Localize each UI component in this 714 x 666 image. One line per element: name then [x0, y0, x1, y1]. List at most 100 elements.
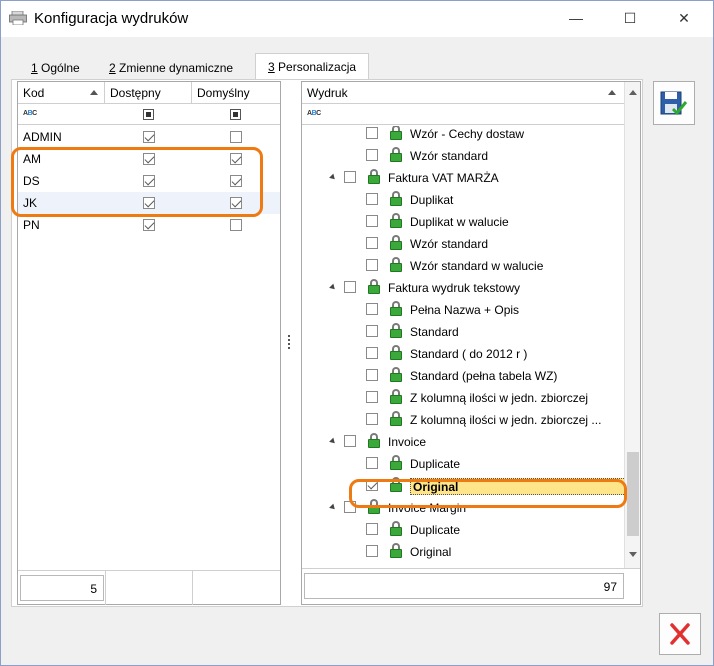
default-checkbox[interactable] — [230, 153, 242, 165]
scroll-up-icon[interactable] — [629, 90, 637, 95]
grid-footer: 5 — [18, 570, 280, 605]
default-checkbox[interactable] — [230, 175, 242, 187]
column-header-domyslny[interactable]: Domyślny — [192, 82, 280, 104]
printout-checkbox[interactable] — [366, 127, 378, 139]
scroll-thumb[interactable] — [627, 452, 639, 536]
printout-checkbox[interactable] — [366, 457, 378, 469]
default-checkbox[interactable] — [230, 197, 242, 209]
maximize-button[interactable]: ☐ — [607, 1, 653, 35]
tree-item-row[interactable]: Duplikat w walucie — [302, 211, 624, 233]
printout-checkbox[interactable] — [366, 391, 378, 403]
collapse-arrow-icon[interactable] — [329, 283, 337, 292]
tree-item-row[interactable]: Original — [302, 541, 624, 563]
minimize-button[interactable]: — — [553, 1, 599, 35]
abc-filter-icon[interactable]: ABC — [23, 110, 37, 117]
printout-checkbox[interactable] — [366, 545, 378, 557]
operators-grid: Kod Dostępny Domyślny ABC ADMIN AM DS JK PN … — [17, 81, 281, 605]
lock-icon — [390, 191, 402, 207]
printout-checkbox[interactable] — [366, 347, 378, 359]
tree-group-row[interactable]: Faktura wydruk tekstowy — [302, 277, 624, 299]
column-header-kod[interactable]: Kod — [18, 82, 105, 104]
tree-item-row[interactable]: Pełna Nazwa + Opis — [302, 299, 624, 321]
tab-zmienne-dynamiczne[interactable]: 2 Zmienne dynamiczne — [109, 57, 233, 79]
lock-icon — [390, 455, 402, 471]
tree-item-row[interactable]: Z kolumną ilości w jedn. zbiorczej ... — [302, 409, 624, 431]
available-checkbox[interactable] — [143, 197, 155, 209]
select-all-default-icon[interactable] — [230, 109, 241, 120]
printout-checkbox[interactable] — [366, 193, 378, 205]
printout-label: Wzór standard w walucie — [410, 259, 544, 273]
tree-item-row[interactable]: Duplicate — [302, 519, 624, 541]
printout-label: Z kolumną ilości w jedn. zbiorczej — [410, 391, 589, 405]
collapse-arrow-icon[interactable] — [329, 437, 337, 446]
scroll-down-icon[interactable] — [629, 552, 637, 557]
printout-label: Standard — [410, 325, 459, 339]
printout-label: Standard (pełna tabela WZ) — [410, 369, 558, 383]
available-checkbox[interactable] — [143, 219, 155, 231]
table-row[interactable]: JK — [18, 192, 280, 214]
table-row[interactable]: ADMIN — [18, 126, 280, 148]
printout-checkbox[interactable] — [366, 149, 378, 161]
printout-checkbox[interactable] — [344, 171, 356, 183]
printout-label: Invoice Margin — [388, 501, 467, 515]
save-button[interactable] — [653, 81, 695, 125]
column-header-dostepny[interactable]: Dostępny — [105, 82, 192, 104]
tree-group-row[interactable]: Faktura VAT MARŻA — [302, 167, 624, 189]
tab-ogolne[interactable]: 1 Ogólne — [31, 57, 80, 79]
collapse-arrow-icon[interactable] — [329, 503, 337, 512]
printout-checkbox[interactable] — [366, 523, 378, 535]
close-window-button[interactable]: ✕ — [661, 1, 707, 35]
cancel-button[interactable] — [659, 613, 701, 655]
tree-item-row[interactable]: Wzór standard — [302, 145, 624, 167]
tree-item-row[interactable]: Standard (pełna tabela WZ) — [302, 365, 624, 387]
tree-item-row[interactable]: Wzór standard — [302, 233, 624, 255]
printout-checkbox[interactable] — [366, 237, 378, 249]
printout-checkbox[interactable] — [366, 413, 378, 425]
printout-label: Pełna Nazwa + Opis — [410, 303, 520, 317]
printout-checkbox[interactable] — [366, 479, 378, 491]
printout-checkbox[interactable] — [344, 435, 356, 447]
select-all-available-icon[interactable] — [143, 109, 154, 120]
lock-icon — [368, 279, 380, 295]
tree-item-row[interactable]: Wzór standard w walucie — [302, 255, 624, 277]
tree-item-row[interactable]: Wzór - Cechy dostaw — [302, 126, 624, 145]
title-bar: Konfiguracja wydruków — ☐ ✕ — [1, 1, 713, 37]
tree-group-row[interactable]: Invoice Margin — [302, 497, 624, 519]
printout-label: Faktura VAT MARŻA — [388, 171, 499, 185]
tree-item-row[interactable]: Duplikat — [302, 189, 624, 211]
tree-item-row[interactable]: Z kolumną ilości w jedn. zbiorczej — [302, 387, 624, 409]
table-row[interactable]: PN — [18, 214, 280, 236]
operator-code: PN — [23, 218, 40, 232]
abc-filter-icon[interactable]: ABC — [307, 110, 321, 117]
printout-checkbox[interactable] — [366, 369, 378, 381]
lock-icon — [390, 257, 402, 273]
printout-checkbox[interactable] — [366, 259, 378, 271]
table-row[interactable]: DS — [18, 170, 280, 192]
column-header-wydruk[interactable]: Wydruk — [302, 82, 624, 104]
default-checkbox[interactable] — [230, 131, 242, 143]
printout-checkbox[interactable] — [344, 501, 356, 513]
panel-splitter[interactable] — [288, 335, 291, 351]
printout-checkbox[interactable] — [366, 325, 378, 337]
available-checkbox[interactable] — [143, 153, 155, 165]
tree-item-row[interactable]: Standard ( do 2012 r ) — [302, 343, 624, 365]
tab-personalizacja[interactable]: 3 Personalizacja — [255, 53, 370, 80]
lock-icon — [368, 433, 380, 449]
available-checkbox[interactable] — [143, 175, 155, 187]
printout-checkbox[interactable] — [366, 303, 378, 315]
tree-group-row[interactable]: Invoice — [302, 431, 624, 453]
printout-label: Duplikat — [410, 193, 454, 207]
default-checkbox[interactable] — [230, 219, 242, 231]
tree-item-row[interactable]: Duplicate — [302, 453, 624, 475]
tree-item-row[interactable]: Standard — [302, 321, 624, 343]
available-checkbox[interactable] — [143, 131, 155, 143]
printout-checkbox[interactable] — [344, 281, 356, 293]
tree-item-row[interactable]: Original — [302, 475, 624, 497]
collapse-arrow-icon[interactable] — [329, 173, 337, 182]
table-row[interactable]: AM — [18, 148, 280, 170]
window-title: Konfiguracja wydruków — [34, 10, 189, 27]
vertical-scrollbar[interactable] — [624, 82, 640, 568]
printout-label: Original — [410, 478, 624, 495]
operator-code: AM — [23, 152, 41, 166]
printout-checkbox[interactable] — [366, 215, 378, 227]
